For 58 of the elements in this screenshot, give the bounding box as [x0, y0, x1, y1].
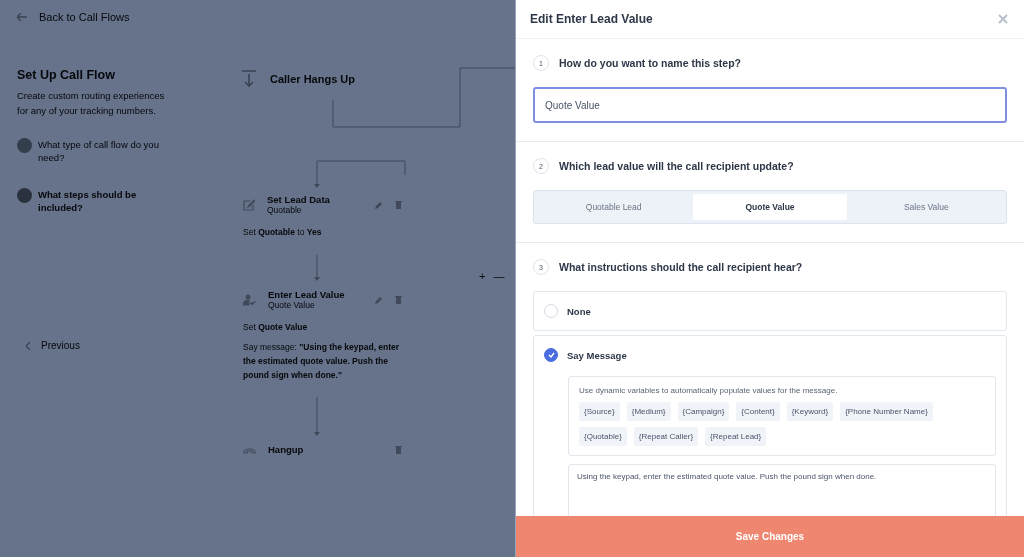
trash-icon[interactable]	[395, 200, 402, 209]
edit-note-icon	[243, 198, 255, 211]
trash-icon[interactable]	[395, 295, 402, 304]
trigger-title: Caller Hangs Up	[270, 73, 355, 85]
previous-link[interactable]: Previous	[26, 340, 80, 351]
variable-chip[interactable]: {Repeat Caller}	[633, 427, 699, 446]
variable-chip[interactable]: {Medium}	[626, 402, 671, 421]
message-field[interactable]: Using the keypad, enter the estimated quote value. Push the pound sign when done.	[568, 464, 996, 516]
zoom-control[interactable]: +	[479, 270, 486, 282]
step-subtitle: Quote Value	[268, 300, 316, 310]
instruction-option-card[interactable]: None	[533, 291, 1007, 331]
lead-value-option[interactable]: Sales Value	[849, 194, 1003, 220]
zoom-control[interactable]: —	[493, 270, 505, 282]
step-title: Set Lead Data	[267, 194, 331, 205]
option-label[interactable]: None	[567, 305, 591, 317]
step-detail: Set Quotable to Yes	[243, 226, 323, 239]
variables-hint: Use dynamic variables to automatically populate values for the message.	[579, 386, 839, 395]
back-link-text[interactable]: Back to Call Flows	[39, 11, 130, 23]
radio-button[interactable]	[544, 348, 558, 362]
hangup-phone-icon	[243, 445, 256, 454]
panel-title: Edit Enter Lead Value	[530, 12, 653, 26]
previous-text[interactable]: Previous	[41, 340, 80, 351]
instruction-option-card[interactable]	[533, 335, 1007, 516]
variable-chip[interactable]: {Repeat Lead}	[705, 427, 767, 446]
variable-chip[interactable]: {Phone Number Name}	[840, 402, 933, 421]
step-title: Enter Lead Value	[268, 289, 346, 300]
variable-chip[interactable]: {Quotable}	[579, 427, 627, 446]
step-name-field[interactable]: Quote Value	[533, 87, 1007, 123]
step-subtitle: Quotable	[267, 205, 303, 215]
user-check-icon	[243, 293, 256, 306]
step-detail: Set Quote Value	[243, 321, 309, 334]
variable-chip[interactable]: {Campaign}	[677, 402, 730, 421]
lead-value-option[interactable]: Quotable Lead	[537, 194, 691, 220]
variable-chip[interactable]: {Content}	[736, 402, 780, 421]
back-arrow-icon	[17, 13, 27, 21]
variable-chip[interactable]: {Keyword}	[786, 402, 834, 421]
step-title: Hangup	[268, 444, 305, 455]
step-marker	[17, 138, 32, 153]
question-text: What instructions should the call recipient hear?	[559, 261, 803, 273]
trash-icon[interactable]	[395, 445, 402, 454]
page-description: Create custom routing experiences for any of your tracking numbers.	[17, 89, 166, 118]
chevron-left-icon	[26, 341, 31, 350]
step-label[interactable]: What type of call flow do you need?	[38, 138, 167, 164]
variable-chip[interactable]: {Source}	[579, 402, 620, 421]
lead-value-option[interactable]: Quote Value	[693, 194, 847, 220]
step-detail: Say message: "Using the keypad, enter the estimated quote value. Push the pound sign when done."	[243, 341, 401, 382]
page-title: Set Up Call Flow	[17, 68, 116, 82]
back-link[interactable]: Back to Call Flows	[17, 11, 167, 23]
pencil-icon[interactable]	[375, 200, 383, 209]
arrow-down-icon	[242, 70, 256, 88]
check-icon	[547, 352, 555, 358]
step-marker	[17, 188, 32, 203]
question-text: Which lead value will the call recipient update?	[559, 160, 794, 172]
option-label[interactable]: Say Message	[567, 349, 627, 361]
step-label[interactable]: What steps should be included?	[38, 188, 167, 214]
close-icon[interactable]	[997, 13, 1009, 25]
pencil-icon[interactable]	[375, 295, 383, 304]
question-text: How do you want to name this step?	[559, 57, 741, 69]
